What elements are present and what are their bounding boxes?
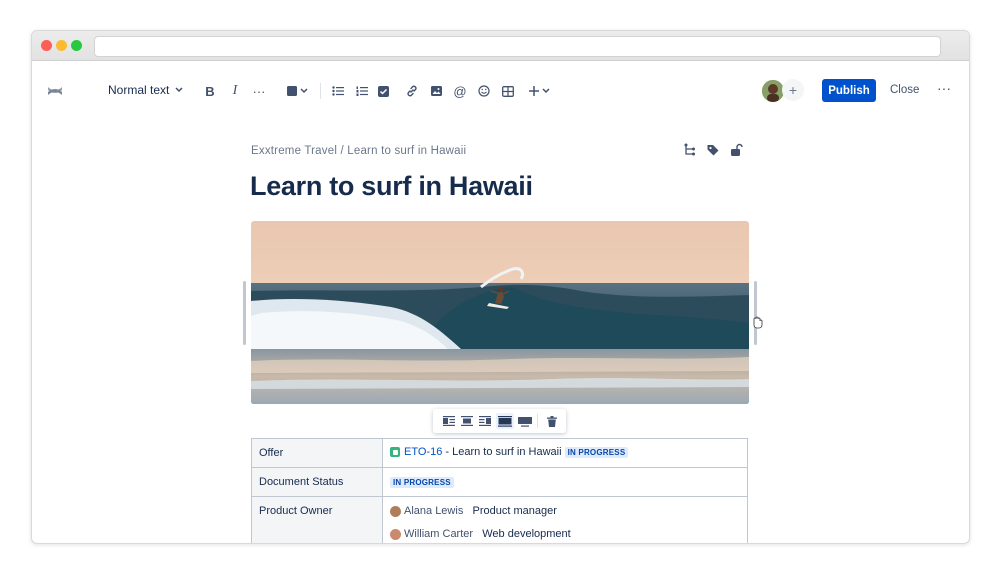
ellipsis-icon: ··· — [252, 83, 266, 99]
breadcrumb[interactable]: Exxtreme Travel / Learn to surf in Hawai… — [251, 145, 466, 157]
url-bar[interactable] — [94, 36, 941, 57]
jira-issue-title: - Learn to surf in Hawaii — [442, 446, 562, 458]
document-status-cell: IN PROGRESS — [382, 467, 748, 497]
text-color-icon — [287, 86, 308, 96]
image-resize-handle-left[interactable] — [243, 281, 246, 345]
product-owner-label: Product Owner — [251, 496, 383, 543]
full-width-button[interactable] — [516, 413, 534, 429]
bullet-list-button[interactable] — [328, 81, 348, 101]
owner-role: Product manager — [472, 505, 557, 517]
avatar — [390, 505, 401, 517]
table-row: Offer ETO-16 - Learn to surf in Hawaii I… — [251, 438, 748, 468]
unlock-icon[interactable] — [729, 143, 743, 157]
owner-role: Web development — [482, 528, 571, 540]
document-status-label: Document Status — [251, 467, 383, 497]
table-row: Document Status IN PROGRESS — [251, 467, 748, 497]
offer-label: Offer — [251, 438, 383, 468]
page-title[interactable]: Learn to surf in Hawaii — [250, 171, 533, 202]
link-button[interactable] — [402, 81, 422, 101]
page-properties-table: Offer ETO-16 - Learn to surf in Hawaii I… — [251, 438, 748, 543]
user-mention[interactable]: Alana Lewis — [404, 505, 463, 517]
offer-cell: ETO-16 - Learn to surf in Hawaii IN PROG… — [382, 438, 748, 468]
toolbar-divider — [320, 83, 321, 99]
close-button[interactable]: Close — [890, 84, 919, 96]
avatar — [390, 528, 401, 540]
avatar-image — [762, 80, 784, 102]
wrap-right-icon — [479, 416, 491, 426]
italic-icon: I — [232, 83, 238, 98]
numbered-list-button[interactable] — [352, 81, 372, 101]
trash-icon — [547, 415, 557, 427]
checkbox-icon — [377, 85, 389, 97]
minimize-window-button[interactable] — [56, 40, 67, 51]
wrap-right-button[interactable] — [477, 413, 493, 429]
mention-button[interactable]: @ — [450, 81, 470, 101]
text-color-button[interactable] — [283, 81, 311, 101]
bold-icon: B — [205, 83, 215, 99]
label-tag-icon[interactable] — [706, 143, 720, 157]
owner-entry: Alana Lewis Product manager — [390, 500, 740, 523]
image-layout-toolbar — [433, 409, 566, 433]
insert-more-button[interactable] — [526, 81, 554, 101]
user-mention[interactable]: William Carter — [404, 528, 473, 540]
product-owner-cell: Alana Lewis Product manager William Cart… — [382, 496, 748, 543]
full-width-icon — [518, 416, 532, 427]
table-row: Product Owner Alana Lewis Product manage… — [251, 496, 748, 543]
align-center-icon — [461, 416, 473, 426]
numbered-list-icon — [356, 86, 368, 96]
close-window-button[interactable] — [41, 40, 52, 51]
more-options-button[interactable]: ··· — [937, 80, 951, 96]
toolbar-divider — [537, 414, 538, 428]
jira-issue-link[interactable]: ETO-16 — [404, 446, 442, 458]
insert-image-button[interactable] — [426, 81, 446, 101]
plus-icon: + — [788, 82, 798, 98]
text-style-dropdown[interactable]: Normal text — [108, 83, 183, 97]
action-item-button[interactable] — [373, 81, 393, 101]
bullet-list-icon — [332, 86, 344, 96]
jira-issue-icon — [390, 447, 400, 458]
maximize-window-button[interactable] — [71, 40, 82, 51]
status-badge: IN PROGRESS — [564, 446, 629, 458]
italic-button[interactable]: I — [225, 81, 245, 101]
browser-window: Normal text B I ··· @ + Publish Close ··… — [31, 30, 970, 544]
insert-table-button[interactable] — [498, 81, 518, 101]
surf-hero-image[interactable] — [251, 221, 749, 404]
confluence-logo-icon[interactable] — [46, 82, 64, 100]
wide-layout-icon — [498, 415, 512, 427]
text-style-label: Normal text — [108, 83, 170, 97]
bold-button[interactable]: B — [200, 81, 220, 101]
owner-entry: William Carter Web development — [390, 523, 740, 543]
link-icon — [407, 85, 417, 97]
publish-button[interactable]: Publish — [822, 79, 876, 102]
image-resize-handle-right[interactable] — [754, 281, 757, 345]
delete-image-button[interactable] — [544, 413, 560, 429]
invite-collaborator-button[interactable]: + — [782, 79, 804, 101]
emoji-icon — [478, 85, 490, 97]
page-tree-icon[interactable] — [683, 143, 697, 157]
wrap-left-button[interactable] — [441, 413, 457, 429]
more-formatting-button[interactable]: ··· — [249, 81, 269, 101]
status-badge: IN PROGRESS — [390, 476, 454, 488]
wide-layout-button[interactable] — [496, 413, 514, 429]
at-sign-icon: @ — [453, 83, 467, 99]
align-center-button[interactable] — [459, 413, 475, 429]
ellipsis-icon: ··· — [937, 80, 951, 96]
plus-icon — [529, 86, 550, 96]
wrap-left-icon — [443, 416, 455, 426]
table-icon — [502, 85, 514, 97]
image-icon — [430, 86, 442, 96]
title-bar — [32, 31, 969, 61]
chevron-down-icon — [175, 87, 183, 93]
grab-cursor-icon — [753, 316, 763, 329]
emoji-button[interactable] — [474, 81, 494, 101]
